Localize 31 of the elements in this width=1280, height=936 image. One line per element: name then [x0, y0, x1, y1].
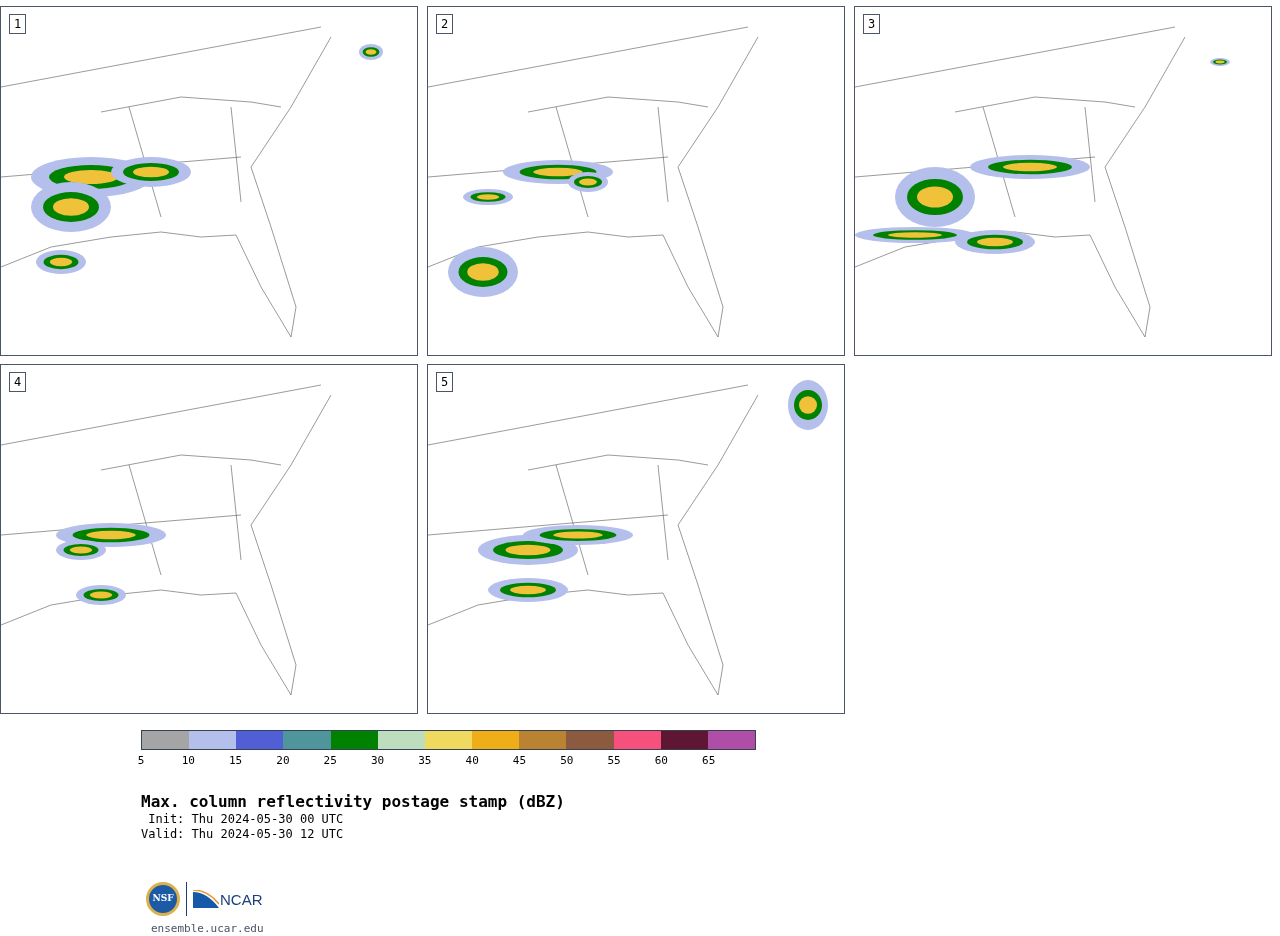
init-time: Init: Thu 2024-05-30 00 UTC — [147, 812, 345, 827]
tick-label: 15 — [229, 755, 243, 767]
tick-label: 10 — [181, 755, 195, 767]
tick-label: 50 — [560, 755, 574, 767]
tick-label: 45 — [512, 755, 527, 767]
tick-label: 60 — [654, 755, 668, 767]
precipitation-area — [463, 189, 513, 205]
tick-label: 65 — [702, 755, 716, 767]
panel-number: 2 — [436, 14, 454, 34]
precipitation-area — [1210, 58, 1230, 66]
panel-number: 3 — [863, 14, 881, 34]
valid-time: Valid: Thu 2024-05-30 12 UTC — [141, 827, 345, 842]
tick-label: 25 — [323, 755, 337, 767]
figure-title: Max. column reflectivity postage stamp (dBZ) — [141, 792, 566, 812]
tick-label: 35 — [418, 755, 432, 767]
website-url: ensemble.ucar.edu — [151, 921, 265, 936]
tick-label: 5 — [137, 755, 145, 767]
nsf-logo: NSF — [146, 882, 180, 916]
tick-label: 55 — [607, 755, 621, 767]
precipitation-area — [788, 380, 828, 430]
precipitation-area — [76, 585, 126, 605]
tick-label: 40 — [465, 755, 479, 767]
tick-label: 20 — [276, 755, 290, 767]
ncar-logo: NCAR — [193, 890, 263, 908]
panel-number: 5 — [436, 372, 454, 392]
panel-number: 1 — [9, 14, 27, 34]
precipitation-area — [448, 247, 518, 297]
panel-number: 4 — [9, 372, 27, 392]
tick-label: 30 — [370, 755, 385, 767]
precipitation-area — [36, 250, 86, 274]
precipitation-area — [359, 44, 383, 60]
